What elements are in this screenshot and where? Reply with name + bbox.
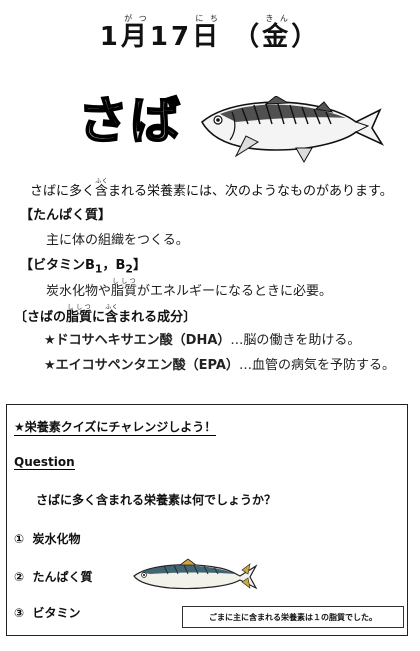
day-ruby: 日にち: [192, 14, 222, 52]
vitamin-body-post: がエネルギーになるときに必要。: [137, 284, 333, 299]
option-text: ビタミン: [32, 606, 81, 620]
epa-desc: …血管の病気を予防する。: [238, 358, 395, 373]
weekday-close: ）: [291, 22, 321, 52]
intro-text: さばに多く含ふくまれる栄養素には、次のようなものがあります。: [30, 178, 393, 199]
option-text: たんぱく質: [32, 570, 93, 584]
vitamin-heading: 【ビタミンB1，B2】: [20, 254, 146, 276]
lipid-furigana-2: ふく: [105, 304, 119, 311]
weekday-char: 金: [262, 22, 292, 52]
weekday-ruby: 金きん: [262, 14, 292, 52]
option-number: ①: [14, 532, 25, 546]
month-furigana: がつ: [120, 14, 150, 23]
vitamin-heading-pre: 【ビタミンB: [20, 258, 95, 273]
protein-heading: 【たんぱく質】: [20, 208, 112, 223]
mackerel-small-icon: [133, 558, 258, 590]
month-char: 月: [120, 22, 150, 52]
option-number: ③: [14, 606, 25, 620]
vitamin-sub2: 2: [125, 262, 133, 276]
list-item: ★エイコサペンタエン酸（EPA）…血管の病気を予防する。: [44, 354, 395, 373]
quiz-title: ★栄養素クイズにチャレンジしよう！: [14, 420, 217, 436]
quiz-option-3[interactable]: ③ ビタミン: [14, 604, 81, 621]
question-label: Question: [14, 455, 75, 470]
quiz-option-2[interactable]: ② たんぱく質: [14, 568, 93, 585]
option-number: ②: [14, 570, 25, 584]
lipid-furigana-1: ししつ: [66, 304, 93, 311]
lipid-ruby-2: 含ふく: [105, 304, 119, 325]
option-text: 炭水化物: [32, 532, 81, 546]
quiz-option-1[interactable]: ① 炭水化物: [14, 530, 81, 547]
intro-furigana: ふく: [95, 178, 109, 185]
date-heading: 1月がつ17日にち （金きん）: [0, 14, 420, 53]
intro-ruby-base: 含: [95, 184, 109, 199]
vitamin-body-pre: 炭水化物や: [46, 284, 112, 299]
vitamin-ruby: 脂質ししつ: [111, 278, 138, 299]
protein-body: 主に体の組織をつくる。: [46, 233, 189, 248]
intro-pre: さばに多く: [30, 184, 96, 199]
fish-title: さば: [77, 92, 182, 150]
intro-ruby: 含ふく: [95, 178, 109, 199]
intro-post: まれる栄養素には、次のようなものがあります。: [108, 184, 393, 199]
epa-name: ★エイコサペンタエン酸（EPA）: [44, 358, 239, 373]
weekday-open: （: [233, 22, 263, 52]
day-furigana: にち: [192, 14, 222, 23]
weekday-furigana: きん: [262, 14, 292, 23]
lipid-heading: 〔さばの脂質ししつに含ふくまれる成分〕: [14, 304, 196, 325]
question-text: さばに多く含まれる栄養素は何でしょうか？: [36, 493, 277, 507]
dha-name: ★ドコサヘキサエン酸（DHA）: [44, 333, 231, 348]
vitamin-furigana: ししつ: [111, 278, 138, 285]
vitamin-body: 炭水化物や脂質ししつがエネルギーになるときに必要。: [46, 278, 332, 299]
vitamin-ruby-base: 脂質: [111, 284, 138, 299]
answer-box: ごまに主に含まれる栄養素は１の脂質でした。: [182, 606, 404, 628]
quiz-box: [6, 404, 408, 636]
lipid-ruby-1: 脂質ししつ: [66, 304, 93, 325]
list-item: ★ドコサヘキサエン酸（DHA）…脳の働きを助ける。: [44, 329, 360, 348]
lipid-heading-pre: 〔さばの: [14, 310, 67, 325]
lipid-ruby-base-2: 含: [105, 310, 119, 325]
lipid-ruby-base-1: 脂質: [66, 310, 93, 325]
month-number: 1: [99, 22, 121, 52]
dha-desc: …脳の働きを助ける。: [230, 333, 361, 348]
day-number: 17: [149, 22, 193, 52]
month-ruby: 月がつ: [120, 14, 150, 52]
vitamin-heading-mid: ，B: [102, 258, 126, 273]
lipid-heading-post: まれる成分〕: [118, 310, 197, 325]
mackerel-icon: [200, 96, 385, 164]
lipid-heading-mid: に: [92, 310, 106, 325]
day-char: 日: [192, 22, 222, 52]
vitamin-heading-post: 】: [132, 258, 146, 273]
